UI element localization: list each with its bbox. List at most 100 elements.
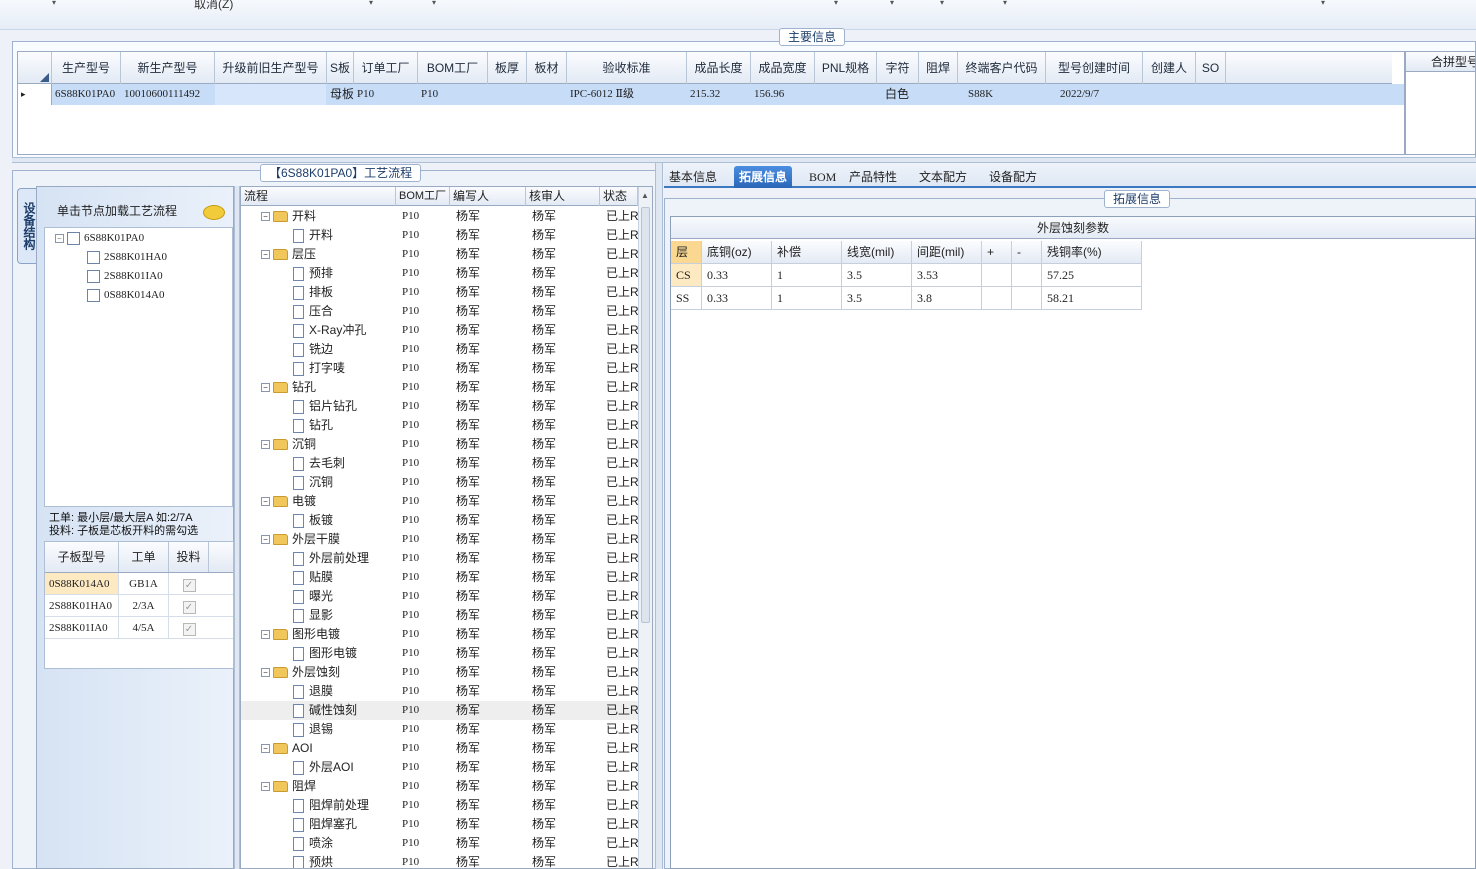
cell-process[interactable]: 图形电镀 — [241, 644, 396, 663]
param-cell[interactable]: 3.8 — [912, 287, 982, 310]
cell-bom-factory[interactable]: P10 — [396, 530, 450, 549]
cell-process[interactable]: 铝片钻孔 — [241, 397, 396, 416]
table-row[interactable]: CS 0.33 1 3.5 3.53 57.25 — [671, 264, 1142, 287]
column-header[interactable]: 升级前旧生产型号 — [215, 52, 327, 84]
cell-status[interactable]: 已上R — [600, 207, 638, 226]
vertical-scrollbar[interactable]: ▲ — [638, 187, 652, 868]
cell-bom-factory[interactable]: P10 — [396, 378, 450, 397]
cell-bom-factory[interactable]: P10 — [396, 340, 450, 359]
dropdown-arrow-icon[interactable]: ▾ — [52, 0, 60, 7]
cell-writer[interactable]: 杨军 — [450, 359, 526, 378]
cell-writer[interactable]: 杨军 — [450, 321, 526, 340]
cell-writer[interactable]: 杨军 — [450, 701, 526, 720]
column-header[interactable]: BOM工厂 — [418, 52, 488, 84]
table-row[interactable]: 压合 P10 杨军 杨军 已上R — [241, 302, 638, 321]
column-header[interactable]: 成品宽度 — [751, 52, 815, 84]
cell-status[interactable]: 已上R — [600, 359, 638, 378]
cell-order[interactable]: 4/5A — [119, 617, 169, 638]
cell-bom-factory[interactable]: P10 — [396, 815, 450, 834]
cell-order-factory[interactable]: P10 — [354, 84, 418, 105]
cell-width[interactable]: 156.96 — [751, 84, 815, 105]
cell-pnl[interactable] — [815, 84, 877, 105]
cell-writer[interactable]: 杨军 — [450, 739, 526, 758]
cell-writer[interactable]: 杨军 — [450, 492, 526, 511]
cell-status[interactable]: 已上R — [600, 549, 638, 568]
cell-status[interactable]: 已上R — [600, 511, 638, 530]
cell-feed[interactable]: ✓ — [169, 617, 209, 638]
cell-reviewer[interactable]: 杨军 — [526, 245, 600, 264]
cell-process[interactable]: − 阻焊 — [241, 777, 396, 796]
param-cell[interactable]: CS — [671, 264, 702, 287]
cell-reviewer[interactable]: 杨军 — [526, 758, 600, 777]
cell-bom-factory[interactable]: P10 — [396, 644, 450, 663]
cell-acceptance[interactable]: IPC-6012 Ⅱ级 — [567, 84, 687, 105]
param-cell[interactable]: 1 — [772, 287, 842, 310]
collapse-icon[interactable]: − — [261, 782, 270, 792]
checkbox[interactable] — [67, 231, 80, 245]
tab-text-recipe[interactable]: 文本配方 — [914, 166, 972, 188]
cell-status[interactable]: 已上R — [600, 378, 638, 397]
cell-status[interactable]: 已上R — [600, 226, 638, 245]
collapse-icon[interactable]: − — [261, 744, 270, 754]
cell-status[interactable]: 已上R — [600, 283, 638, 302]
cell-process[interactable]: 退锡 — [241, 720, 396, 739]
cell-reviewer[interactable]: 杨军 — [526, 435, 600, 454]
cell-production-model[interactable]: 6S88K01PA0 — [52, 84, 121, 105]
column-header[interactable]: 型号创建时间 — [1046, 52, 1143, 84]
param-cell[interactable]: SS — [671, 287, 702, 310]
cell-customer-code[interactable]: S88K — [958, 84, 1046, 105]
column-header[interactable]: 生产型号 — [52, 52, 121, 84]
cell-process[interactable]: 曝光 — [241, 587, 396, 606]
tree-node[interactable]: 2S88K01IA0 — [87, 267, 163, 286]
cell-bom-factory[interactable]: P10 — [396, 625, 450, 644]
table-row[interactable]: 贴膜 P10 杨军 杨军 已上R — [241, 568, 638, 587]
cell-status[interactable]: 已上R — [600, 473, 638, 492]
column-header[interactable]: PNL规格 — [815, 52, 877, 84]
table-row[interactable]: 外层AOI P10 杨军 杨军 已上R — [241, 758, 638, 777]
cell-writer[interactable]: 杨军 — [450, 264, 526, 283]
cell-reviewer[interactable]: 杨军 — [526, 739, 600, 758]
cell-writer[interactable]: 杨军 — [450, 625, 526, 644]
cell-status[interactable]: 已上R — [600, 568, 638, 587]
col-reviewer[interactable]: 核审人 — [526, 187, 600, 206]
tree-node[interactable]: − 6S88K01PA0 — [55, 229, 144, 248]
cell-status[interactable]: 已上R — [600, 701, 638, 720]
cell-process[interactable]: 板镀 — [241, 511, 396, 530]
cell-reviewer[interactable]: 杨军 — [526, 720, 600, 739]
cell-process[interactable]: − 开料 — [241, 207, 396, 226]
table-row[interactable]: X-Ray冲孔 P10 杨军 杨军 已上R — [241, 321, 638, 340]
table-row[interactable]: − 阻焊 P10 杨军 杨军 已上R — [241, 777, 638, 796]
cell-reviewer[interactable]: 杨军 — [526, 606, 600, 625]
collapse-icon[interactable]: − — [55, 233, 64, 243]
cell-writer[interactable]: 杨军 — [450, 378, 526, 397]
tree-node[interactable]: 0S88K014A0 — [87, 286, 165, 305]
col-writer[interactable]: 编写人 — [450, 187, 526, 206]
cell-bom-factory[interactable]: P10 — [396, 796, 450, 815]
tab-equipment-recipe[interactable]: 设备配方 — [984, 166, 1042, 188]
cell-reviewer[interactable]: 杨军 — [526, 815, 600, 834]
cell-bom-factory[interactable]: P10 — [396, 739, 450, 758]
cell-status[interactable]: 已上R — [600, 435, 638, 454]
col-compensation[interactable]: 补偿 — [772, 241, 842, 264]
cell-bom-factory[interactable]: P10 — [396, 454, 450, 473]
cell-bom-factory[interactable]: P10 — [418, 84, 488, 105]
col-layer[interactable]: 层 — [671, 241, 702, 264]
cell-reviewer[interactable]: 杨军 — [526, 416, 600, 435]
cell-process[interactable]: 排板 — [241, 283, 396, 302]
cell-process[interactable]: − 外层蚀刻 — [241, 663, 396, 682]
cell-bom-factory[interactable]: P10 — [396, 245, 450, 264]
cell-order[interactable]: 2/3A — [119, 595, 169, 616]
param-cell[interactable]: 0.33 — [702, 264, 772, 287]
param-cell[interactable]: 58.21 — [1042, 287, 1142, 310]
scrollbar-thumb[interactable] — [641, 207, 650, 623]
table-row[interactable]: 碱性蚀刻 P10 杨军 杨军 已上R — [241, 701, 638, 720]
dropdown-arrow-icon[interactable]: ▾ — [834, 0, 842, 7]
col-residual-copper[interactable]: 残铜率(%) — [1042, 241, 1142, 264]
cell-reviewer[interactable]: 杨军 — [526, 796, 600, 815]
cell-reviewer[interactable]: 杨军 — [526, 511, 600, 530]
cell-status[interactable]: 已上R — [600, 245, 638, 264]
cell-reviewer[interactable]: 杨军 — [526, 302, 600, 321]
cell-writer[interactable]: 杨军 — [450, 796, 526, 815]
cell-process[interactable]: − 沉铜 — [241, 435, 396, 454]
cell-order[interactable]: GB1A — [119, 573, 169, 594]
